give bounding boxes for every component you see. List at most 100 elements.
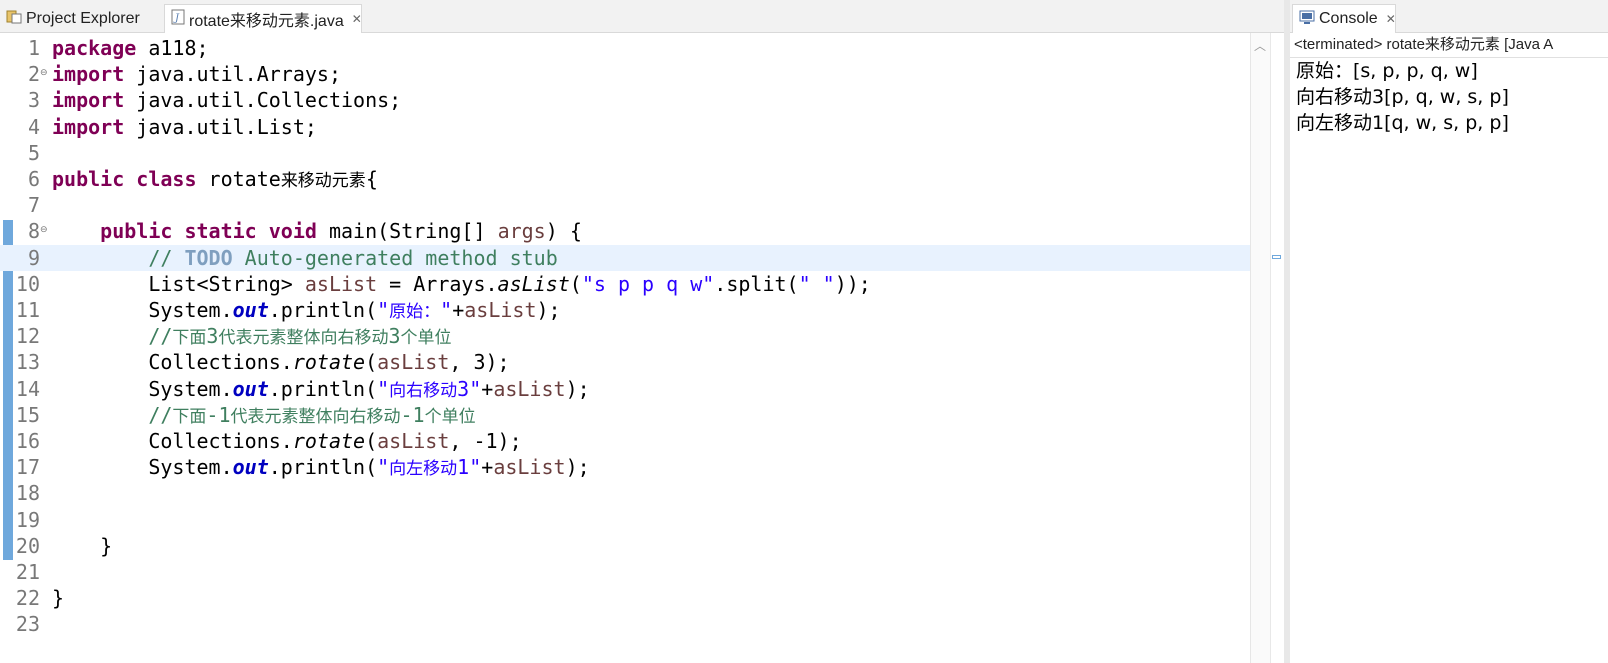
code-token: 原始： bbox=[389, 302, 441, 322]
fold-toggle-icon[interactable]: ⊖ bbox=[40, 67, 48, 78]
code-token: package bbox=[52, 36, 137, 60]
code-token: main(String[] bbox=[316, 219, 498, 244]
scroll-up-icon[interactable]: ︿ bbox=[1254, 37, 1266, 54]
code-line[interactable]: 22} bbox=[0, 585, 1284, 611]
code-token: List<String> bbox=[52, 271, 305, 296]
code-token: 代表元素整体向右移动 bbox=[230, 406, 401, 427]
line-number: 23 bbox=[15, 612, 40, 637]
code-token: "s p p q w" bbox=[581, 271, 715, 296]
code-token: 个单位 bbox=[424, 406, 476, 427]
code-line[interactable]: 5 bbox=[0, 140, 1284, 166]
close-icon[interactable]: ✕ bbox=[352, 12, 362, 26]
code-line[interactable]: 15 //下面-1代表元素整体向右移动-1个单位 bbox=[0, 402, 1284, 428]
code-text: // TODO Auto-generated method stub bbox=[52, 245, 557, 271]
console-output-line: 向右移动3[p, q, w, s, p] bbox=[1296, 86, 1509, 108]
code-line[interactable]: 11 System.out.println("原始："+asList); bbox=[0, 297, 1284, 323]
line-number: 17 bbox=[15, 455, 40, 480]
code-token: { bbox=[365, 167, 378, 191]
code-line[interactable]: 1 package a118; bbox=[0, 35, 1284, 61]
code-token: 下面 bbox=[172, 328, 207, 349]
code-token: out bbox=[232, 376, 269, 401]
code-token: out bbox=[232, 298, 269, 322]
line-number: 7 bbox=[27, 193, 40, 218]
code-token: ); bbox=[565, 455, 590, 480]
code-line[interactable]: 4 import java.util.List; bbox=[0, 114, 1284, 140]
code-line[interactable]: 7 bbox=[0, 192, 1284, 218]
code-line[interactable]: 20 } bbox=[0, 533, 1284, 559]
code-token: 向左移动 bbox=[389, 459, 458, 480]
code-line[interactable]: 16 Collections.rotate(asList, -1); bbox=[0, 428, 1284, 454]
code-line[interactable]: 6 public class rotate来移动元素{ bbox=[0, 166, 1284, 192]
code-text: System.out.println("向左移动1"+asList); bbox=[52, 454, 590, 482]
console-output-line: 向左移动1[q, w, s, p, p] bbox=[1296, 112, 1509, 134]
code-token: java.util.Collections; bbox=[124, 88, 402, 113]
code-token: import bbox=[52, 114, 125, 139]
code-line[interactable]: 18 bbox=[0, 480, 1284, 506]
java-file-icon: J bbox=[171, 9, 185, 30]
code-token: " bbox=[440, 298, 453, 322]
code-token: asList bbox=[304, 271, 378, 296]
line-number: 4 bbox=[27, 114, 40, 139]
console-status: <terminated> rotate来移动元素 [Java A bbox=[1294, 36, 1554, 53]
code-token: ( bbox=[365, 350, 378, 375]
code-token: java.util.List; bbox=[124, 114, 317, 139]
code-token: asList bbox=[493, 376, 566, 401]
code-line[interactable]: 14 System.out.println("向右移动3"+asList); bbox=[0, 376, 1284, 402]
overview-ruler[interactable] bbox=[1270, 33, 1284, 663]
fold-toggle-icon[interactable]: ⊖ bbox=[40, 224, 48, 235]
code-token: " " bbox=[798, 271, 835, 296]
tab-console[interactable]: Console ✕ bbox=[1292, 4, 1396, 33]
code-token: -1 bbox=[206, 402, 231, 427]
line-number: 2 bbox=[27, 62, 40, 87]
code-text: List<String> asList = Arrays.asList("s p… bbox=[52, 271, 871, 297]
code-token: 3" bbox=[457, 376, 482, 401]
code-line[interactable]: 2 ⊖ import java.util.Arrays; bbox=[0, 61, 1284, 87]
code-line[interactable]: 9 // TODO Auto-generated method stub bbox=[0, 244, 1284, 271]
code-line[interactable]: 10 List<String> asList = Arrays.asList("… bbox=[0, 271, 1284, 297]
code-line[interactable]: 12 //下面3代表元素整体向右移动3个单位 bbox=[0, 323, 1284, 349]
code-line[interactable]: 13 Collections.rotate(asList, 3); bbox=[0, 349, 1284, 375]
svg-text:J: J bbox=[173, 13, 180, 24]
line-number: 10 bbox=[15, 271, 40, 296]
code-line[interactable]: 8 ⊖ public static void main(String[] args… bbox=[0, 218, 1284, 244]
code-text: System.out.println("原始："+asList); bbox=[52, 297, 560, 325]
editor-scrollbar[interactable] bbox=[1250, 33, 1270, 663]
code-text: import java.util.Collections; bbox=[52, 87, 401, 113]
code-token: ( bbox=[569, 271, 582, 296]
code-token: rotate bbox=[196, 167, 281, 191]
line-number: 5 bbox=[27, 140, 40, 165]
tab-project-explorer[interactable]: Project Explorer bbox=[0, 4, 162, 33]
line-number: 13 bbox=[15, 350, 40, 375]
code-text: System.out.println("向右移动3"+asList); bbox=[52, 376, 589, 404]
code-token: java.util.Arrays; bbox=[124, 62, 341, 87]
console-output-line: 原始：[s, p, p, q, w] bbox=[1296, 60, 1478, 82]
code-token: = Arrays. bbox=[377, 271, 498, 296]
code-token: .split( bbox=[714, 271, 799, 296]
code-token: " bbox=[377, 455, 390, 480]
tab-editor-file-label: rotate来移动元素.java bbox=[189, 13, 344, 30]
code-line[interactable]: 17 System.out.println("向左移动1"+asList); bbox=[0, 454, 1284, 480]
code-text: //下面-1代表元素整体向右移动-1个单位 bbox=[52, 402, 476, 430]
overview-current-line-marker[interactable] bbox=[1272, 255, 1281, 259]
code-token: a118; bbox=[136, 36, 209, 60]
line-number: 11 bbox=[15, 298, 40, 322]
code-line[interactable]: 3 import java.util.Collections; bbox=[0, 87, 1284, 113]
close-icon[interactable]: ✕ bbox=[1386, 12, 1396, 26]
code-text: public static void main(String[] args) { bbox=[52, 218, 582, 244]
code-line[interactable]: 21 bbox=[0, 559, 1284, 585]
tab-project-explorer-label: Project Explorer bbox=[26, 9, 140, 27]
code-text: } bbox=[52, 533, 112, 559]
code-token: + bbox=[452, 298, 465, 322]
line-number: 16 bbox=[15, 429, 40, 453]
code-line[interactable]: 23 bbox=[0, 611, 1284, 637]
code-token: asList bbox=[493, 455, 566, 480]
code-line[interactable]: 19 bbox=[0, 507, 1284, 533]
tab-editor-file[interactable]: J rotate来移动元素.java ✕ bbox=[164, 4, 362, 33]
code-token: asList bbox=[377, 429, 450, 453]
code-editor[interactable]: 1 package a118; 2 ⊖ import java.util.Arrays;… bbox=[0, 33, 1284, 663]
